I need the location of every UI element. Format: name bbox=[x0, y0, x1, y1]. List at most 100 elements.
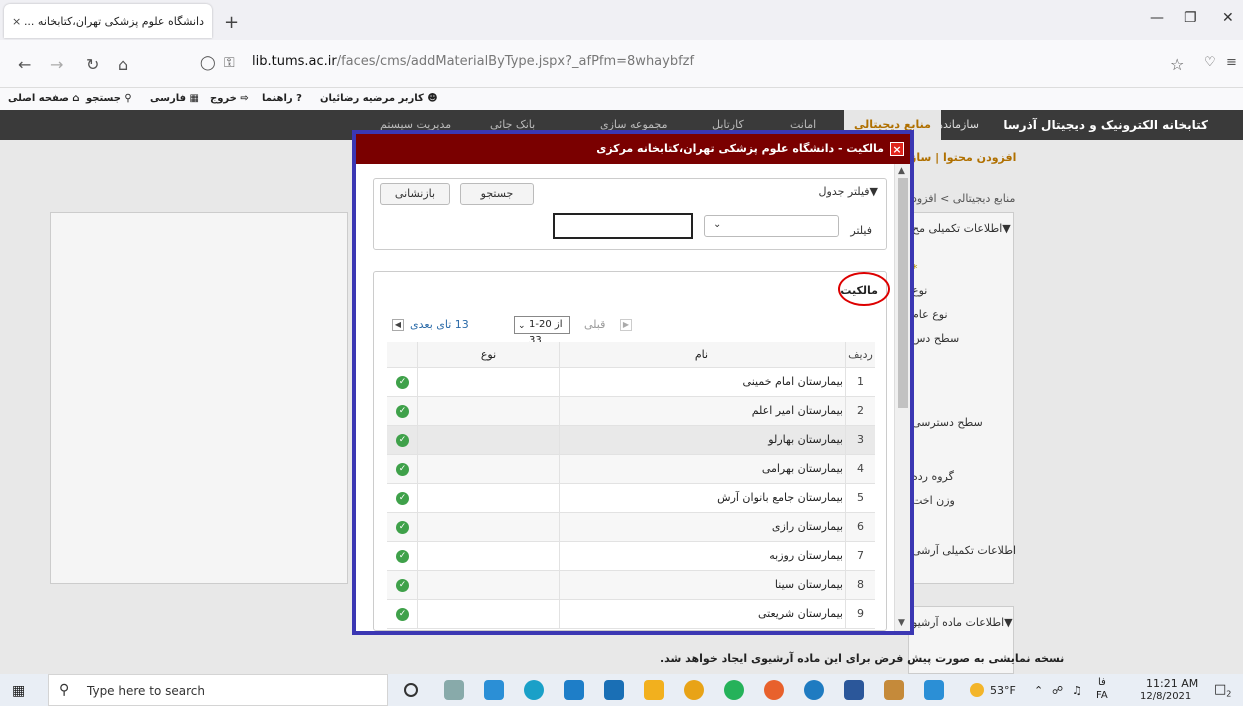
link-home[interactable]: ⌂ صفحه اصلی bbox=[8, 93, 80, 104]
minimize-icon[interactable]: — bbox=[1150, 10, 1164, 26]
whatsapp-icon[interactable] bbox=[724, 680, 744, 700]
table-row[interactable]: 6 بیمارستان رازی ✓ bbox=[387, 513, 875, 542]
bookmark-star-icon[interactable]: ☆ bbox=[1170, 55, 1184, 74]
page-range-select[interactable]: ⌄ 1-20 از 33 bbox=[514, 316, 570, 346]
table-row[interactable]: 4 بیمارستان بهرامی ✓ bbox=[387, 455, 875, 484]
paint-icon[interactable] bbox=[884, 680, 904, 700]
restore-icon[interactable]: ❐ bbox=[1184, 10, 1197, 26]
task-view-icon[interactable] bbox=[444, 680, 464, 700]
scroll-down-icon[interactable]: ▼ bbox=[898, 618, 905, 628]
app-icon[interactable] bbox=[484, 680, 504, 700]
header-type[interactable]: نوع bbox=[417, 342, 559, 367]
scroll-up-icon[interactable]: ▲ bbox=[898, 166, 905, 176]
cortana-icon[interactable] bbox=[404, 683, 418, 697]
link-language[interactable]: ▦ فارسی bbox=[150, 93, 199, 104]
tab-close-icon[interactable]: × bbox=[12, 15, 21, 28]
lock-icon[interactable]: ⚿ bbox=[224, 55, 235, 71]
back-icon[interactable]: ← bbox=[18, 55, 31, 74]
new-tab-button[interactable]: + bbox=[224, 12, 239, 33]
select-check-icon[interactable]: ✓ bbox=[396, 463, 409, 476]
firefox-icon[interactable] bbox=[764, 680, 784, 700]
prev-page-link[interactable]: قبلی bbox=[584, 318, 605, 331]
pocket-icon[interactable]: ♡ bbox=[1204, 55, 1216, 70]
notification-icon[interactable]: □2 bbox=[1214, 682, 1231, 699]
search-button[interactable]: جستجو bbox=[460, 183, 534, 205]
label-general-type: نوع عام bbox=[912, 308, 948, 321]
mail-icon[interactable] bbox=[604, 680, 624, 700]
select-check-icon[interactable]: ✓ bbox=[396, 434, 409, 447]
select-check-icon[interactable]: ✓ bbox=[396, 521, 409, 534]
annotation-circle bbox=[838, 272, 890, 306]
dialog-scrollbar[interactable]: ▲ ▼ bbox=[894, 164, 910, 631]
photos-icon[interactable] bbox=[924, 680, 944, 700]
store-icon[interactable] bbox=[564, 680, 584, 700]
user-icon: ☻ bbox=[423, 93, 438, 104]
table-row[interactable]: 2 بیمارستان امیر اعلم ✓ bbox=[387, 397, 875, 426]
shield-icon[interactable]: ◯ bbox=[200, 55, 216, 71]
table-row[interactable]: 1 بیمارستان امام خمینی ✓ bbox=[387, 368, 875, 397]
label-group: گروه رده bbox=[912, 470, 954, 483]
clock-time[interactable]: 11:21 AM bbox=[1146, 677, 1198, 690]
link-search[interactable]: ⚲ جستجو bbox=[86, 93, 132, 104]
select-check-icon[interactable]: ✓ bbox=[396, 376, 409, 389]
header-name[interactable]: نام bbox=[559, 342, 845, 367]
browser-app-icon[interactable] bbox=[804, 680, 824, 700]
volume-icon[interactable]: ♫ bbox=[1072, 684, 1082, 697]
close-window-icon[interactable]: ✕ bbox=[1222, 10, 1234, 26]
browser-tab[interactable]: دانشگاه علوم پزشکی تهران،کتابخانه ... × bbox=[4, 4, 212, 38]
filter-panel: ▼فیلتر جدول جستجو بازنشانی فیلتر ⌄ bbox=[373, 178, 887, 250]
weather-icon[interactable] bbox=[970, 683, 984, 697]
prev-page-icon[interactable]: ▶ bbox=[620, 319, 632, 331]
select-check-icon[interactable]: ✓ bbox=[396, 492, 409, 505]
select-check-icon[interactable]: ✓ bbox=[396, 550, 409, 563]
link-help[interactable]: ? راهنما bbox=[262, 93, 302, 104]
link-user[interactable]: ☻ کاربر مرضیه رضائیان bbox=[320, 93, 438, 104]
weather-temp[interactable]: 53°F bbox=[990, 684, 1016, 697]
table-row[interactable]: 8 بیمارستان سینا ✓ bbox=[387, 571, 875, 600]
row-type bbox=[417, 397, 559, 425]
row-num: 3 bbox=[845, 426, 875, 454]
select-check-icon[interactable]: ✓ bbox=[396, 405, 409, 418]
home-icon[interactable]: ⌂ bbox=[118, 55, 128, 74]
edge-icon[interactable] bbox=[524, 680, 544, 700]
row-num: 6 bbox=[845, 513, 875, 541]
word-icon[interactable] bbox=[844, 680, 864, 700]
header-num[interactable]: ردیف bbox=[845, 342, 875, 367]
file-explorer-icon[interactable] bbox=[644, 680, 664, 700]
input-language[interactable]: FA bbox=[1096, 690, 1108, 701]
table-row[interactable]: 3 بیمارستان بهارلو ✓ bbox=[387, 426, 875, 455]
select-check-icon[interactable]: ✓ bbox=[396, 608, 409, 621]
filter-column-select[interactable]: ⌄ bbox=[704, 215, 839, 237]
url-bar[interactable]: lib.tums.ac.ir/faces/cms/addMaterialByTy… bbox=[252, 54, 694, 69]
breadcrumb: منابع دیجیتالی > افزود bbox=[912, 192, 1016, 205]
close-icon[interactable]: × bbox=[890, 142, 904, 156]
select-check-icon[interactable]: ✓ bbox=[396, 579, 409, 592]
submenu[interactable]: افزودن محتوا | ساز bbox=[910, 151, 1016, 164]
taskbar-search[interactable]: ⚲ Type here to search bbox=[48, 674, 388, 706]
chrome-icon[interactable] bbox=[684, 680, 704, 700]
clock-date[interactable]: 12/8/2021 bbox=[1140, 691, 1191, 702]
link-exit[interactable]: ⇨ خروج bbox=[210, 93, 249, 104]
table-row[interactable]: 7 بیمارستان روزبه ✓ bbox=[387, 542, 875, 571]
windows-start-icon[interactable]: ▦ bbox=[12, 683, 25, 699]
scroll-thumb[interactable] bbox=[898, 178, 908, 408]
section-extra-info[interactable]: ▼اطلاعات تکمیلی مح bbox=[912, 222, 1011, 235]
label-weight: وزن اخت bbox=[912, 494, 955, 507]
forward-icon[interactable]: → bbox=[50, 55, 63, 74]
section-archive-material[interactable]: ▼اطلاعات ماده آرشیو bbox=[912, 616, 1013, 629]
filter-input[interactable] bbox=[553, 213, 693, 239]
filter-label: فیلتر bbox=[850, 224, 872, 237]
next-page-icon[interactable]: ◀ bbox=[392, 319, 404, 331]
search-icon: ⚲ bbox=[59, 682, 70, 698]
language-icon: ▦ bbox=[186, 93, 199, 104]
show-hidden-icons[interactable]: ⌃ bbox=[1034, 684, 1043, 697]
reset-button[interactable]: بازنشانی bbox=[380, 183, 450, 205]
network-icon[interactable]: ☍ bbox=[1052, 684, 1063, 697]
menu-icon[interactable]: ≡ bbox=[1226, 55, 1237, 70]
filter-section-title[interactable]: ▼فیلتر جدول bbox=[819, 185, 878, 198]
table-row[interactable]: 9 بیمارستان شریعتی ✓ bbox=[387, 600, 875, 629]
reload-icon[interactable]: ↻ bbox=[86, 55, 99, 74]
search-icon: ⚲ bbox=[120, 93, 132, 104]
next-page-link[interactable]: 13 تای بعدی bbox=[410, 318, 469, 331]
table-row[interactable]: 5 بیمارستان جامع بانوان آرش ✓ bbox=[387, 484, 875, 513]
